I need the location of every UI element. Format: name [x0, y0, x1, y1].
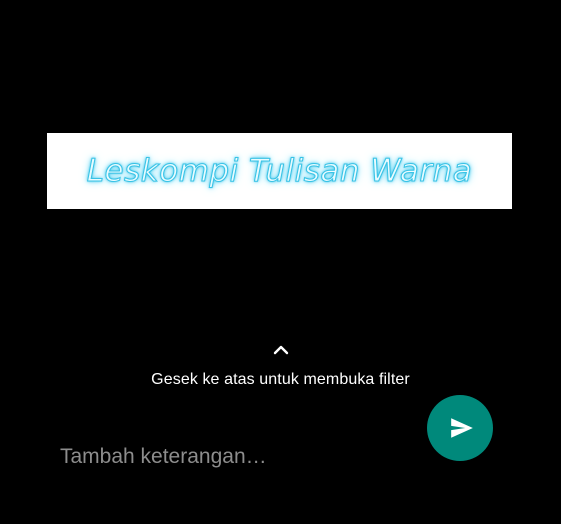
- preview-text: Leskompi Tulisan Warna: [86, 153, 473, 190]
- caption-input[interactable]: [60, 440, 390, 474]
- chevron-up-icon: [273, 345, 288, 355]
- send-icon: [450, 418, 473, 438]
- send-button[interactable]: [427, 395, 493, 461]
- swipe-up-filter-hint[interactable]: Gesek ke atas untuk membuka filter: [0, 341, 561, 389]
- media-preview: Leskompi Tulisan Warna: [47, 133, 512, 209]
- swipe-hint-label: Gesek ke atas untuk membuka filter: [151, 371, 410, 388]
